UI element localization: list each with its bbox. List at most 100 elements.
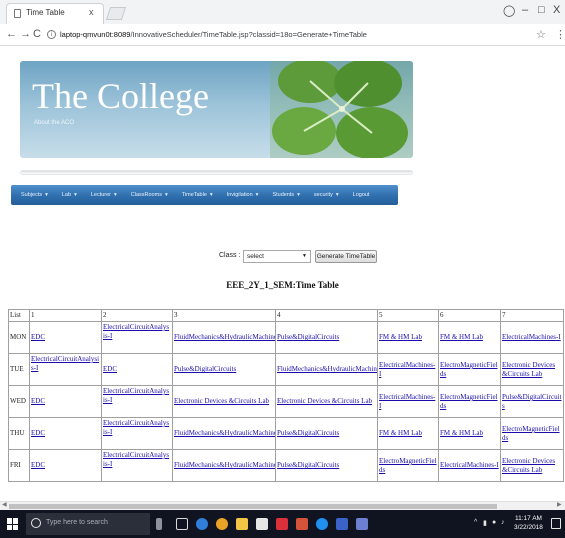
clock-time: 11:17 AM — [514, 515, 542, 522]
browser-tab[interactable]: Time Table x — [6, 3, 104, 24]
subject-link[interactable]: ElectroMagneticFields — [440, 361, 498, 378]
horizontal-scrollbar[interactable]: ◀ ▶ — [0, 501, 565, 510]
menu-item-lab[interactable]: Lab ▾ — [62, 192, 77, 198]
subject-link[interactable]: Electronic Devices &Circuits Lab — [277, 397, 372, 405]
period-cell: EDC — [101, 353, 173, 386]
powerpoint-icon[interactable] — [296, 518, 308, 530]
subject-link[interactable]: EDC — [103, 365, 117, 373]
windows-start-icon[interactable] — [7, 518, 19, 530]
scrollbar-thumb[interactable] — [9, 504, 497, 509]
menu-item-subjects[interactable]: Subjects ▾ — [21, 192, 48, 198]
subject-link[interactable]: FM & HM Lab — [379, 429, 422, 437]
header-cell: 7 — [500, 309, 564, 322]
taskbar-clock[interactable]: 11:17 AM 3/22/2018 — [514, 514, 543, 532]
subject-link[interactable]: ElectroMagneticFields — [379, 457, 437, 474]
app-icon[interactable] — [356, 518, 368, 530]
mic-icon[interactable] — [156, 518, 162, 530]
chevron-down-icon: ▾ — [297, 192, 300, 198]
period-cell: ElectricalCircuitAnalysis-I — [101, 321, 173, 354]
search-icon — [31, 518, 41, 528]
subject-link[interactable]: ElectricalCircuitAnalysis-I — [103, 419, 169, 436]
subject-link[interactable]: ElectroMagneticFields — [440, 393, 498, 410]
close-window-button[interactable]: X — [553, 4, 560, 16]
period-cell: ElectroMagneticFields — [500, 417, 564, 450]
main-menu: Subjects ▾ Lab ▾ Lecturer ▾ ClassRooms ▾ Tim… — [11, 185, 398, 205]
subject-link[interactable]: EDC — [31, 429, 45, 437]
period-cell: ElectricalCircuitAnalysis-I — [101, 449, 173, 482]
menu-item-security[interactable]: security ▾ — [314, 192, 339, 198]
mail-icon[interactable] — [276, 518, 288, 530]
edge-icon[interactable] — [196, 518, 208, 530]
chrome-icon[interactable] — [216, 518, 228, 530]
menu-item-invigilation[interactable]: Invigilation ▾ — [227, 192, 259, 198]
url-field[interactable]: laptop-qmvun0t:8089/InnovativeScheduler/… — [60, 30, 367, 39]
subject-link[interactable]: Electronic Devices &Circuits Lab — [174, 397, 269, 405]
subject-link[interactable]: ElectricalCircuitAnalysis-I — [103, 387, 169, 404]
browser-menu-icon[interactable]: ⋮ — [555, 28, 565, 41]
info-icon[interactable]: i — [47, 30, 56, 39]
taskbar-search[interactable]: Type here to search — [26, 513, 150, 535]
subject-link[interactable]: Pulse&DigitalCircuits — [174, 365, 236, 373]
bookmark-star-icon[interactable]: ☆ — [536, 28, 546, 41]
subject-link[interactable]: ElectricalMachines-I — [502, 333, 561, 341]
subject-link[interactable]: ElectricalCircuitAnalysis-I — [103, 451, 169, 468]
subject-link[interactable]: FluidMechanics&HydraulicMachines — [174, 461, 275, 469]
store-icon[interactable] — [256, 518, 268, 530]
chevron-down-icon: ▾ — [164, 192, 168, 198]
minimize-button[interactable]: – — [522, 4, 528, 16]
period-cell: ElectricalMachines-I — [377, 385, 439, 418]
generate-timetable-button[interactable]: Generate TimeTable — [315, 250, 377, 263]
subject-link[interactable]: FM & HM Lab — [440, 333, 483, 341]
header-cell: List — [8, 309, 30, 322]
wifi-icon[interactable]: ● — [492, 519, 496, 526]
menu-item-lecturer[interactable]: Lecturer ▾ — [91, 192, 117, 198]
reload-icon[interactable]: C — [33, 28, 41, 40]
tab-close-icon[interactable]: x — [89, 7, 94, 17]
subject-link[interactable]: ElectricalMachines-I — [379, 393, 435, 410]
class-select[interactable]: select ▼ — [243, 250, 311, 263]
period-cell: ElectricalMachines-I — [377, 353, 439, 386]
subject-link[interactable]: Pulse&DigitalCircuits — [277, 429, 339, 437]
explorer-icon[interactable] — [236, 518, 248, 530]
subject-link[interactable]: FM & HM Lab — [440, 429, 483, 437]
chevron-up-icon[interactable]: ^ — [474, 519, 477, 526]
subject-link[interactable]: ElectricalCircuitAnalysis-I — [103, 323, 169, 340]
subject-link[interactable]: FluidMechanics&HydraulicMachines — [277, 365, 377, 373]
subject-link[interactable]: ElectricalMachines-I — [379, 361, 435, 378]
battery-icon[interactable]: ▮ — [483, 519, 487, 527]
subject-link[interactable]: EDC — [31, 397, 45, 405]
subject-link[interactable]: Electronic Devices &Circuits Lab — [502, 361, 555, 378]
subject-link[interactable]: Pulse&DigitalCircuits — [277, 461, 339, 469]
skype-icon[interactable] — [316, 518, 328, 530]
subject-link[interactable]: EDC — [31, 461, 45, 469]
snipping-icon[interactable] — [336, 518, 348, 530]
subject-link[interactable]: FluidMechanics&HydraulicMachines — [174, 333, 275, 341]
subject-link[interactable]: ElectricalCircuitAnalysis-I — [31, 355, 99, 372]
table-row: THU EDC ElectricalCircuitAnalysis-I Flui… — [8, 417, 564, 450]
subject-link[interactable]: FM & HM Lab — [379, 333, 422, 341]
menu-item-classrooms[interactable]: ClassRooms ▾ — [131, 192, 168, 198]
subject-link[interactable]: ElectroMagneticFields — [502, 425, 560, 442]
menu-item-timetable[interactable]: TimeTable ▾ — [182, 192, 213, 198]
menu-item-students[interactable]: Students ▾ — [272, 192, 299, 198]
subject-link[interactable]: FluidMechanics&HydraulicMachines — [174, 429, 275, 437]
subject-link[interactable]: ElectricalMachines-I — [440, 461, 499, 469]
subject-link[interactable]: Pulse&DigitalCircuits — [502, 393, 562, 410]
new-tab-button[interactable] — [105, 7, 127, 20]
timetable: List 1 2 3 4 5 6 7 MON EDC ElectricalCir… — [8, 309, 564, 482]
subject-link[interactable]: Pulse&DigitalCircuits — [277, 333, 339, 341]
menu-item-logout[interactable]: Logout — [353, 192, 370, 198]
volume-icon[interactable]: ♪ — [501, 519, 505, 526]
header-cell: 2 — [101, 309, 173, 322]
subject-link[interactable]: Electronic Devices &Circuits Lab — [502, 457, 555, 474]
scroll-left-icon[interactable]: ◀ — [2, 501, 7, 508]
subject-link[interactable]: EDC — [31, 333, 45, 341]
scroll-right-icon[interactable]: ▶ — [557, 501, 562, 508]
task-view-icon[interactable] — [176, 518, 188, 530]
back-icon[interactable]: ← — [6, 28, 17, 40]
notification-icon[interactable] — [551, 518, 561, 529]
period-cell: ElectricalMachines-I — [438, 449, 501, 482]
profile-icon[interactable]: ◯ — [503, 4, 515, 17]
forward-icon[interactable]: → — [20, 28, 31, 40]
maximize-button[interactable]: □ — [538, 4, 545, 16]
